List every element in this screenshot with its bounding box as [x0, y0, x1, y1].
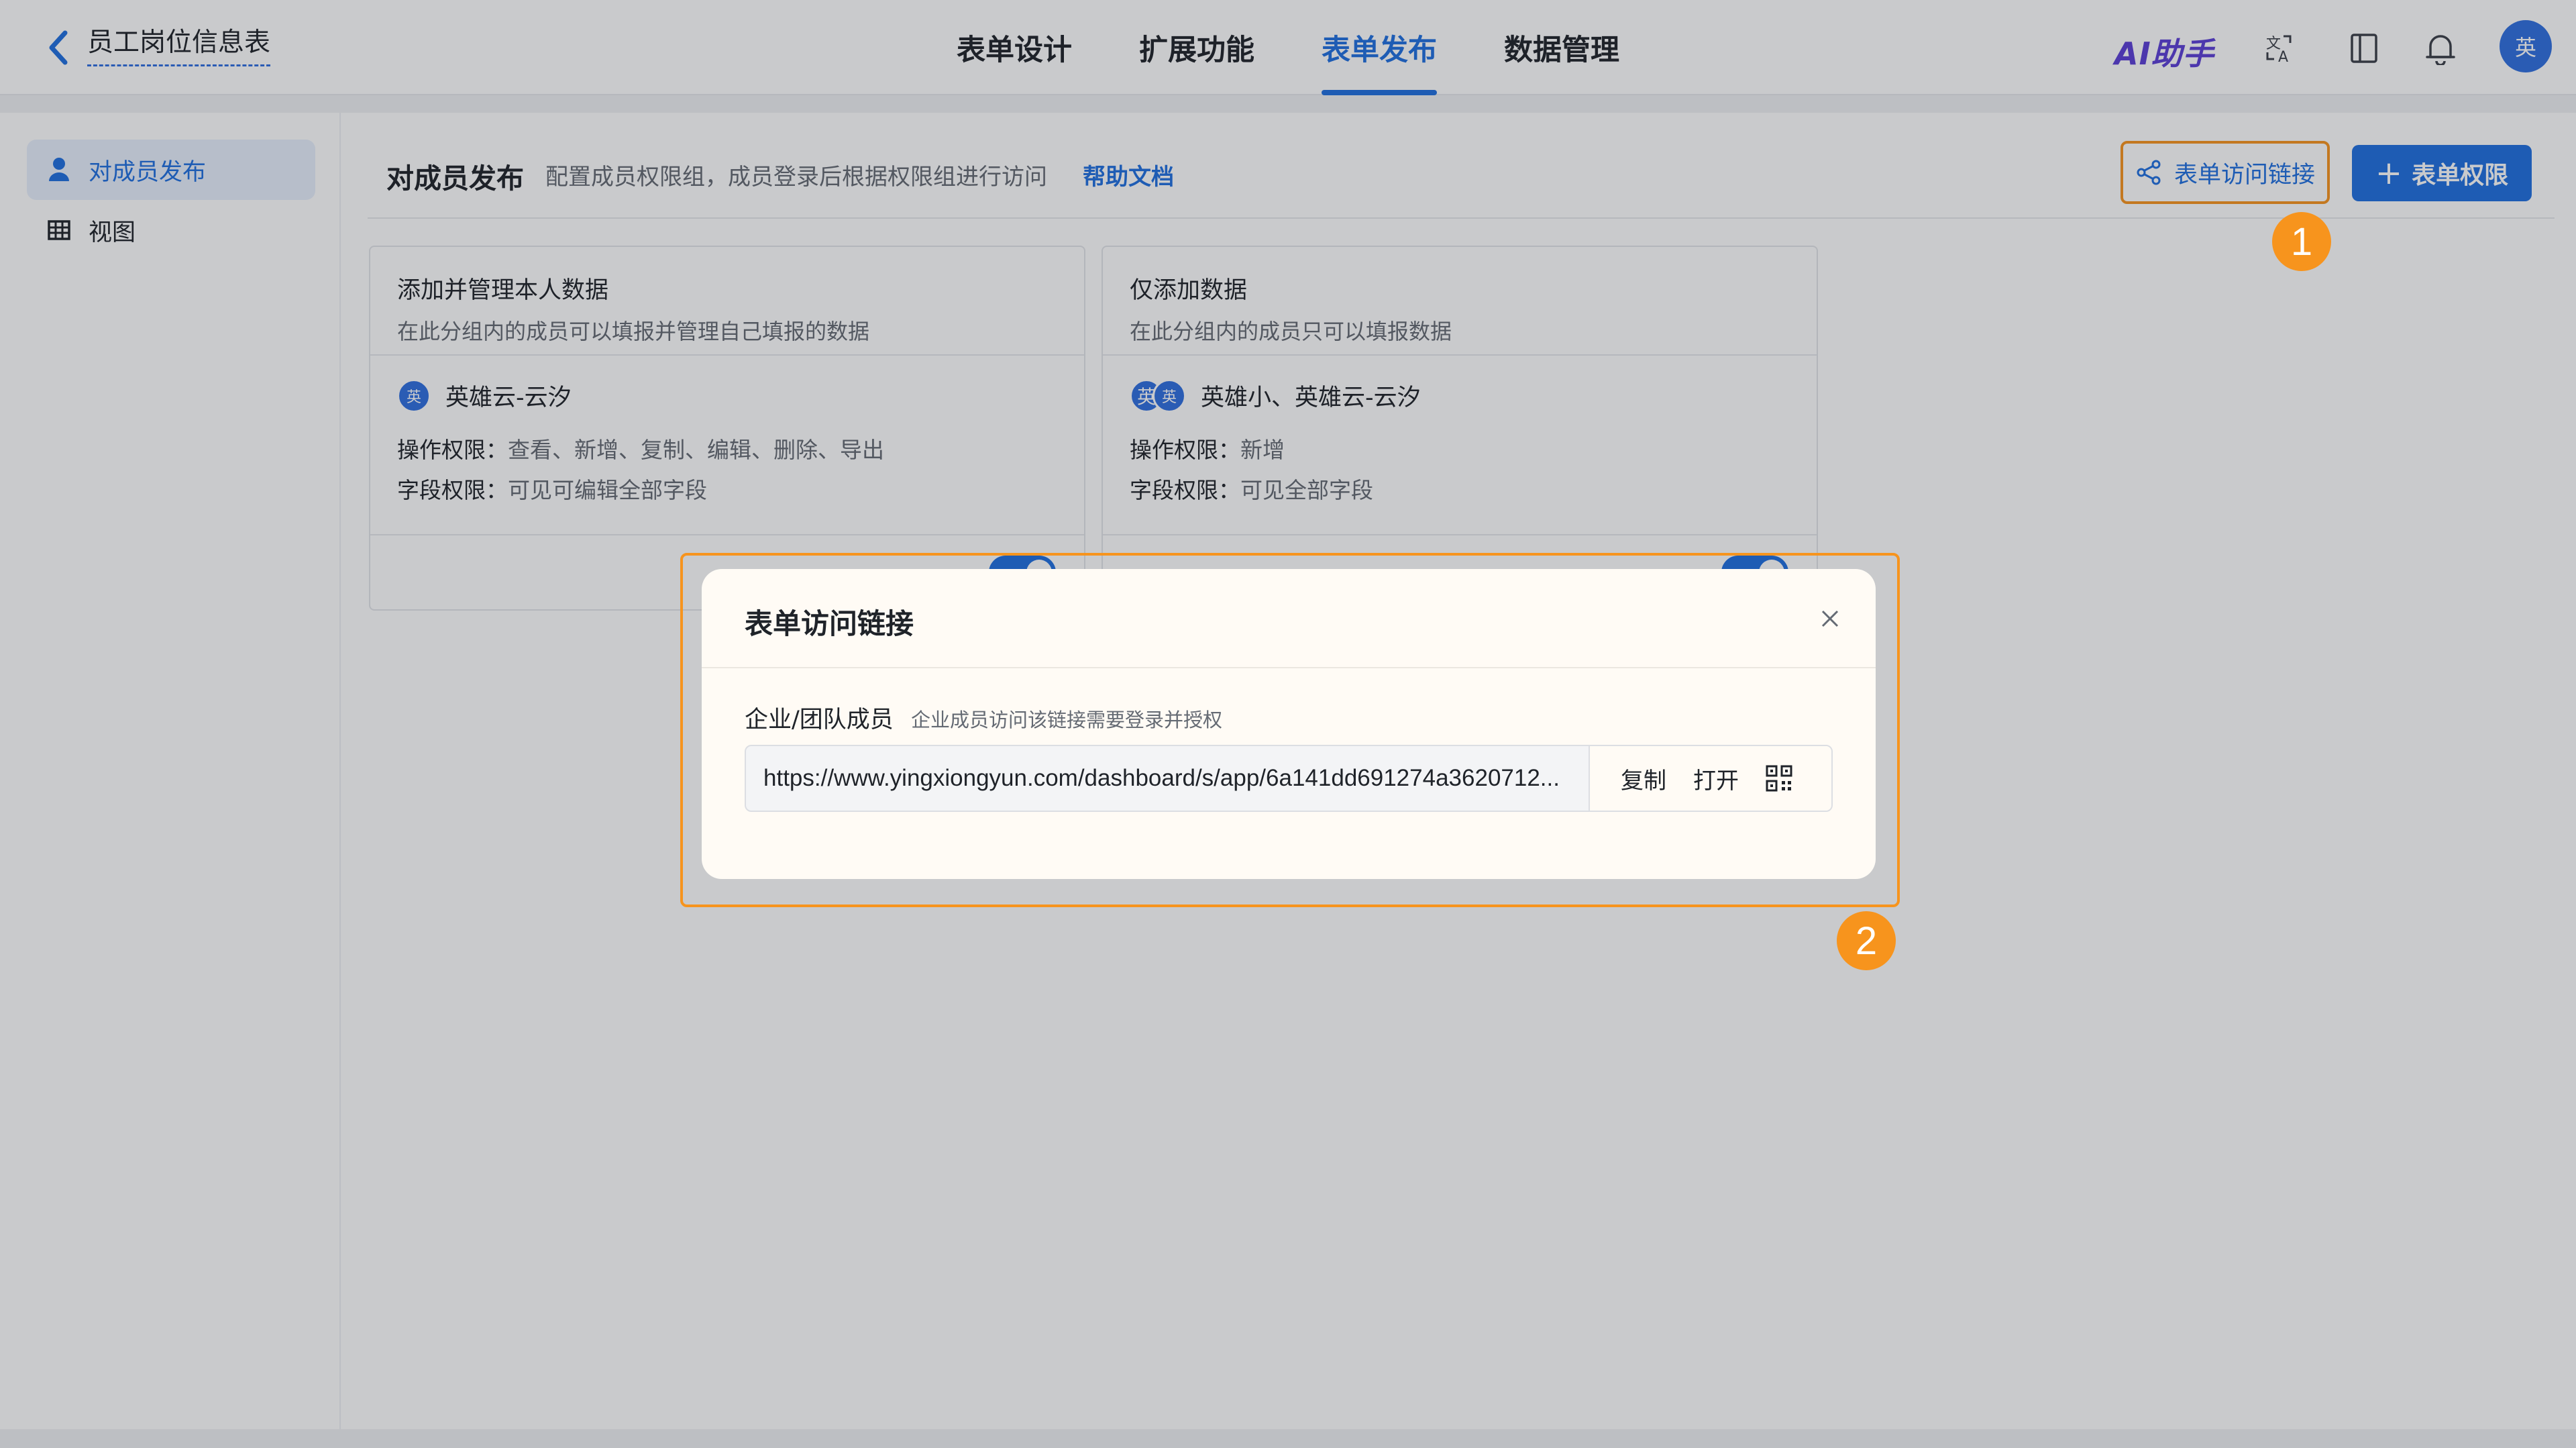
qr-code-icon[interactable] — [1766, 765, 1792, 792]
step-badge-1: 1 — [2272, 212, 2331, 271]
form-access-link-dialog: 表单访问链接 企业/团队成员 企业成员访问该链接需要登录并授权 https://… — [702, 569, 1876, 879]
close-icon[interactable] — [1815, 604, 1845, 633]
open-link-button[interactable]: 打开 — [1693, 762, 1739, 795]
access-url-text[interactable]: https://www.yingxiongyun.com/dashboard/s… — [763, 746, 1568, 811]
member-access-label: 企业/团队成员 — [745, 707, 894, 733]
member-access-hint: 企业成员访问该链接需要登录并授权 — [911, 709, 1223, 731]
dialog-title: 表单访问链接 — [745, 607, 914, 640]
copy-link-button[interactable]: 复制 — [1621, 762, 1666, 795]
access-url-field[interactable]: https://www.yingxiongyun.com/dashboard/s… — [745, 745, 1833, 812]
step-badge-2: 2 — [1837, 911, 1896, 970]
